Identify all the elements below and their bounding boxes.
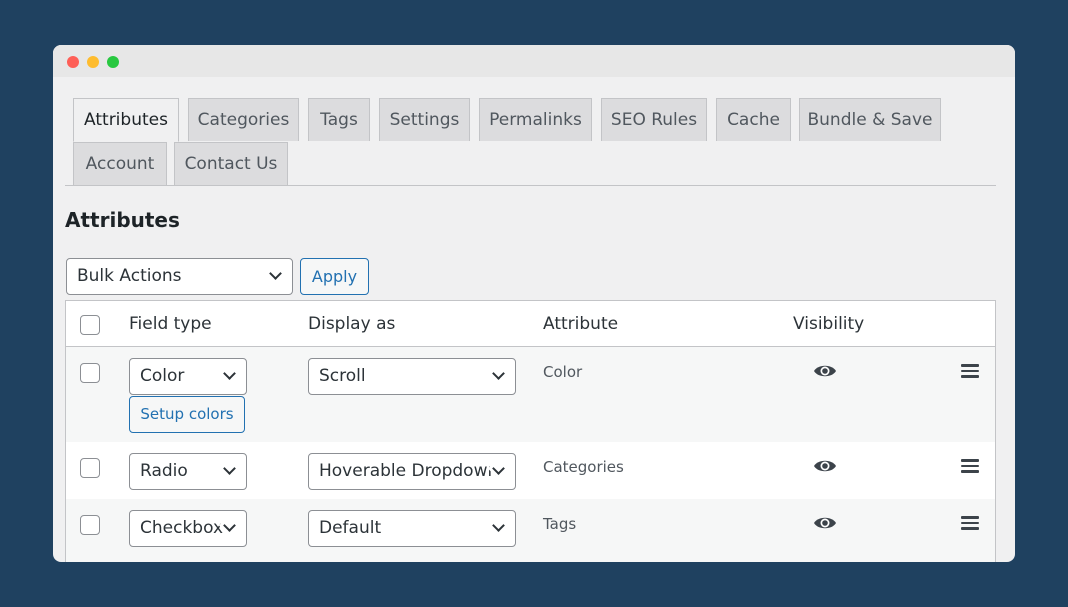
select-all-checkbox[interactable] (80, 315, 100, 335)
tab-account[interactable]: Account (73, 142, 167, 185)
tab-attributes[interactable]: Attributes (73, 98, 179, 142)
display-as-select[interactable]: Scroll (308, 358, 516, 395)
attribute-name: Categories (543, 458, 624, 476)
display-as-select[interactable]: Hoverable Dropdown (308, 453, 516, 490)
field-type-select[interactable]: Checkbox (129, 510, 247, 547)
column-header-attribute: Attribute (543, 314, 619, 334)
row-checkbox[interactable] (80, 458, 100, 478)
field-type-value: Radio (140, 461, 188, 481)
bulk-actions-value: Bulk Actions (77, 266, 182, 286)
chevron-down-icon (223, 519, 236, 532)
minimize-window-button[interactable] (87, 56, 99, 68)
tab-categories[interactable]: Categories (188, 98, 299, 141)
attributes-table: Field type Display as Attribute Visibili… (65, 300, 996, 562)
chevron-down-icon (223, 367, 236, 380)
row-checkbox[interactable] (80, 363, 100, 383)
setup-colors-button[interactable]: Setup colors (129, 396, 245, 433)
table-row: Color Setup colors Scroll Color (66, 347, 995, 442)
tab-seo-rules[interactable]: SEO Rules (601, 98, 707, 141)
drag-handle-icon[interactable] (961, 516, 979, 530)
bulk-actions-select[interactable]: Bulk Actions (66, 258, 293, 295)
chevron-down-icon (269, 267, 282, 280)
display-as-value: Scroll (319, 366, 366, 386)
eye-icon[interactable] (813, 363, 837, 379)
drag-handle-icon[interactable] (961, 364, 979, 378)
table-row: Radio Hoverable Dropdown Categories (66, 442, 995, 499)
tab-bundle-save[interactable]: Bundle & Save (799, 98, 941, 141)
table-header: Field type Display as Attribute Visibili… (66, 301, 995, 347)
display-as-value: Hoverable Dropdown (319, 461, 499, 481)
tab-settings[interactable]: Settings (379, 98, 470, 141)
chevron-down-icon (492, 519, 505, 532)
field-type-select[interactable]: Radio (129, 453, 247, 490)
window-titlebar (53, 45, 1015, 77)
close-window-button[interactable] (67, 56, 79, 68)
tab-contact-us[interactable]: Contact Us (174, 142, 288, 185)
apply-button[interactable]: Apply (300, 258, 369, 295)
tab-cache[interactable]: Cache (716, 98, 791, 141)
attribute-name: Tags (543, 515, 577, 533)
field-type-value: Checkbox (140, 518, 224, 538)
chevron-down-icon (223, 462, 236, 475)
column-header-visibility: Visibility (793, 314, 865, 334)
table-row: Checkbox Default Tags (66, 499, 995, 562)
eye-icon[interactable] (813, 458, 837, 474)
drag-handle-icon[interactable] (961, 459, 979, 473)
tab-permalinks[interactable]: Permalinks (479, 98, 592, 141)
tab-tags[interactable]: Tags (308, 98, 370, 141)
attribute-name: Color (543, 363, 583, 381)
column-header-field-type: Field type (129, 314, 212, 334)
chevron-down-icon (492, 367, 505, 380)
page-title: Attributes (65, 208, 180, 232)
eye-icon[interactable] (813, 515, 837, 531)
row-checkbox[interactable] (80, 515, 100, 535)
column-header-display-as: Display as (308, 314, 396, 334)
maximize-window-button[interactable] (107, 56, 119, 68)
app-window: Attributes Categories Tags Settings Perm… (53, 45, 1015, 562)
display-as-value: Default (319, 518, 382, 538)
display-as-select[interactable]: Default (308, 510, 516, 547)
field-type-value: Color (140, 366, 185, 386)
field-type-select[interactable]: Color (129, 358, 247, 395)
settings-tabs: Attributes Categories Tags Settings Perm… (65, 98, 996, 186)
